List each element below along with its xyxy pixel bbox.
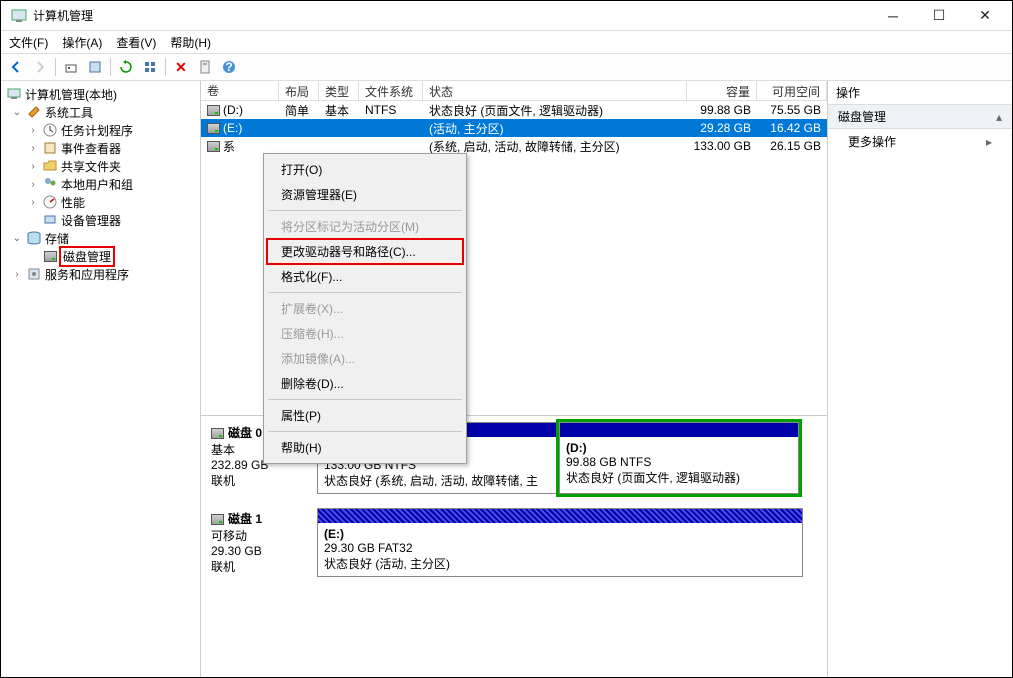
device-icon [42, 212, 58, 228]
delete-button[interactable]: ✕ [170, 56, 192, 78]
context-item[interactable]: 更改驱动器号和路径(C)... [267, 239, 463, 264]
context-separator [268, 431, 462, 432]
chevron-up-icon: ▴ [996, 110, 1002, 124]
storage-icon [26, 230, 42, 246]
disk-icon [42, 248, 58, 264]
partition[interactable]: (E:)29.30 GB FAT32状态良好 (活动, 主分区) [317, 508, 803, 577]
settings-button[interactable] [194, 56, 216, 78]
tree-storage[interactable]: ⌄ 存储 [1, 229, 200, 247]
tree-local-users[interactable]: › 本地用户和组 [1, 175, 200, 193]
expand-icon[interactable]: › [27, 179, 39, 190]
actions-title: 操作 [828, 81, 1012, 105]
volume-list-header: 卷 布局 类型 文件系统 状态 容量 可用空间 [201, 81, 827, 101]
volume-row[interactable]: (E:)(活动, 主分区)29.28 GB16.42 GB [201, 119, 827, 137]
partition-body: (E:)29.30 GB FAT32状态良好 (活动, 主分区) [318, 523, 802, 576]
context-separator [268, 399, 462, 400]
clock-icon [42, 122, 58, 138]
tree-task-scheduler[interactable]: › 任务计划程序 [1, 121, 200, 139]
folder-icon [42, 158, 58, 174]
col-capacity[interactable]: 容量 [687, 81, 757, 100]
app-icon [11, 8, 27, 24]
window-title: 计算机管理 [33, 7, 870, 24]
context-item[interactable]: 资源管理器(E) [267, 182, 463, 207]
context-separator [268, 210, 462, 211]
menu-help[interactable]: 帮助(H) [170, 34, 211, 51]
expand-icon[interactable]: › [11, 269, 23, 280]
tree-event-viewer[interactable]: › 事件查看器 [1, 139, 200, 157]
tree-system-tools[interactable]: ⌄ 系统工具 [1, 103, 200, 121]
partition-header [318, 509, 802, 523]
maximize-button[interactable]: ☐ [916, 1, 962, 31]
svg-text:?: ? [225, 60, 232, 74]
expand-icon[interactable]: › [27, 143, 39, 154]
disk-icon [211, 428, 224, 439]
context-item: 扩展卷(X)... [267, 296, 463, 321]
col-volume[interactable]: 卷 [201, 81, 279, 100]
tree-disk-management[interactable]: 磁盘管理 [1, 247, 200, 265]
col-filesystem[interactable]: 文件系统 [359, 81, 423, 100]
forward-button[interactable] [29, 56, 51, 78]
main-area: 计算机管理(本地) ⌄ 系统工具 › 任务计划程序 › 事件查看器 › 共享文件… [1, 81, 1012, 677]
tree-shared-folders[interactable]: › 共享文件夹 [1, 157, 200, 175]
tree-root[interactable]: 计算机管理(本地) [1, 85, 200, 103]
col-layout[interactable]: 布局 [279, 81, 319, 100]
back-button[interactable] [5, 56, 27, 78]
partition-header [560, 423, 798, 437]
disk-icon [211, 514, 224, 525]
volume-row[interactable]: (D:)简单基本NTFS状态良好 (页面文件, 逻辑驱动器)99.88 GB75… [201, 101, 827, 119]
menu-file[interactable]: 文件(F) [9, 34, 48, 51]
context-item[interactable]: 帮助(H) [267, 435, 463, 460]
drive-icon [207, 105, 220, 116]
context-item[interactable]: 删除卷(D)... [267, 371, 463, 396]
drive-icon [207, 123, 220, 134]
expand-icon[interactable]: ⌄ [11, 233, 23, 244]
tree-performance[interactable]: › 性能 [1, 193, 200, 211]
context-item: 将分区标记为活动分区(M) [267, 214, 463, 239]
disk-row: 磁盘 1可移动29.30 GB联机(E:)29.30 GB FAT32状态良好 … [207, 508, 821, 577]
users-icon [42, 176, 58, 192]
properties-button[interactable] [84, 56, 106, 78]
partition-body: (D:)99.88 GB NTFS状态良好 (页面文件, 逻辑驱动器) [560, 437, 798, 493]
context-menu[interactable]: 打开(O)资源管理器(E) 将分区标记为活动分区(M)更改驱动器号和路径(C)..… [263, 153, 467, 464]
event-icon [42, 140, 58, 156]
actions-more[interactable]: 更多操作 ▸ [828, 129, 1012, 154]
col-type[interactable]: 类型 [319, 81, 359, 100]
actions-section[interactable]: 磁盘管理 ▴ [828, 105, 1012, 129]
expand-icon[interactable]: ⌄ [11, 107, 23, 118]
close-button[interactable]: ✕ [962, 1, 1008, 31]
context-item: 添加镜像(A)... [267, 346, 463, 371]
disk-info: 磁盘 1可移动29.30 GB联机 [207, 508, 317, 577]
context-item: 压缩卷(H)... [267, 321, 463, 346]
performance-icon [42, 194, 58, 210]
expand-icon[interactable]: › [27, 161, 39, 172]
partition[interactable]: (D:)99.88 GB NTFS状态良好 (页面文件, 逻辑驱动器) [559, 422, 799, 494]
computer-icon [6, 86, 22, 102]
col-free[interactable]: 可用空间 [757, 81, 827, 100]
drive-icon [207, 141, 220, 152]
up-button[interactable] [60, 56, 82, 78]
navigation-tree[interactable]: 计算机管理(本地) ⌄ 系统工具 › 任务计划程序 › 事件查看器 › 共享文件… [1, 81, 201, 677]
menu-action[interactable]: 操作(A) [62, 34, 102, 51]
expand-icon[interactable]: › [27, 125, 39, 136]
col-status[interactable]: 状态 [423, 81, 687, 100]
context-item[interactable]: 属性(P) [267, 403, 463, 428]
minimize-button[interactable]: ─ [870, 1, 916, 31]
services-icon [26, 266, 42, 282]
context-separator [268, 292, 462, 293]
context-item[interactable]: 格式化(F)... [267, 264, 463, 289]
tree-device-manager[interactable]: 设备管理器 [1, 211, 200, 229]
expand-icon[interactable]: › [27, 197, 39, 208]
title-bar: 计算机管理 ─ ☐ ✕ [1, 1, 1012, 31]
actions-panel: 操作 磁盘管理 ▴ 更多操作 ▸ [828, 81, 1012, 677]
toolbar: ✕ ? [1, 53, 1012, 81]
chevron-right-icon: ▸ [986, 135, 992, 149]
menu-view[interactable]: 查看(V) [116, 34, 156, 51]
menu-bar: 文件(F) 操作(A) 查看(V) 帮助(H) [1, 31, 1012, 53]
tools-icon [26, 104, 42, 120]
view-button[interactable] [139, 56, 161, 78]
tree-services-apps[interactable]: › 服务和应用程序 [1, 265, 200, 283]
context-item[interactable]: 打开(O) [267, 157, 463, 182]
refresh-button[interactable] [115, 56, 137, 78]
help-button[interactable]: ? [218, 56, 240, 78]
